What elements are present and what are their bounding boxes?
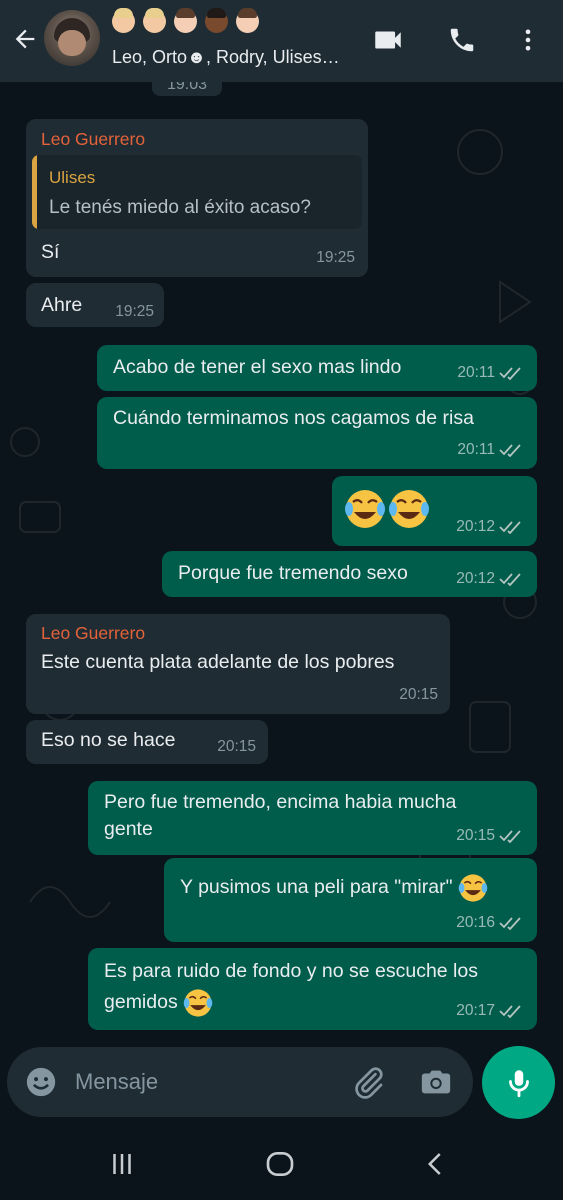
message-outgoing[interactable]: Y pusimos una peli para "mirar" 20:16 xyxy=(164,858,537,942)
message-time: 20:12 xyxy=(456,566,523,592)
voice-call-icon[interactable] xyxy=(444,22,480,58)
quoted-message[interactable]: Ulises Le tenés miedo al éxito acaso? xyxy=(32,155,362,229)
message-text-line1: Pero fue tremendo, encima habia mucha xyxy=(104,791,457,813)
mic-icon xyxy=(508,1069,529,1097)
message-text-line2: gente xyxy=(104,818,153,840)
message-composer xyxy=(7,1047,473,1117)
system-nav-bar xyxy=(0,1124,563,1200)
back-nav-icon[interactable] xyxy=(414,1142,458,1186)
man-emoji-icon xyxy=(143,8,166,33)
message-time: 20:17 xyxy=(456,998,523,1024)
message-incoming[interactable]: Leo Guerrero Este cuenta plata adelante … xyxy=(26,614,450,714)
camera-icon[interactable] xyxy=(418,1064,454,1100)
back-arrow-icon[interactable] xyxy=(8,22,42,56)
group-members-names[interactable]: Leo, Orto☻, Rodry, Ulises… xyxy=(112,47,340,68)
more-vertical-icon[interactable] xyxy=(510,22,546,58)
message-time: 20:15 xyxy=(399,686,438,703)
chat-area[interactable]: 19:03 Leo Guerrero Ulises Le tenés miedo… xyxy=(0,82,563,1042)
laughing-emoji-icon xyxy=(344,488,430,537)
message-text: Este cuenta plata adelante de los pobres xyxy=(41,651,395,673)
man-emoji-icon xyxy=(236,8,259,33)
message-outgoing[interactable]: Cuándo terminamos nos cagamos de risa 20… xyxy=(97,397,537,469)
home-icon[interactable] xyxy=(258,1142,302,1186)
man-emoji-icon xyxy=(205,8,228,33)
message-text: Y pusimos una peli para "mirar" xyxy=(180,873,488,903)
sender-name: Leo Guerrero xyxy=(41,129,146,149)
man-emoji-icon xyxy=(112,8,135,33)
laughing-emoji-icon xyxy=(183,989,213,1017)
message-outgoing[interactable]: Pero fue tremendo, encima habia mucha ge… xyxy=(88,781,537,855)
message-time: 19:25 xyxy=(316,249,355,266)
message-time: 20:11 xyxy=(457,360,523,386)
message-text-line2: gemidos xyxy=(104,988,213,1018)
member-emoji-row xyxy=(112,8,259,33)
read-receipt-icon xyxy=(499,521,521,534)
message-time: 19:25 xyxy=(115,303,154,320)
video-call-icon[interactable] xyxy=(370,22,406,58)
message-time: 20:12 xyxy=(456,514,523,540)
message-incoming[interactable]: Leo Guerrero Ulises Le tenés miedo al éx… xyxy=(26,119,368,277)
message-input[interactable] xyxy=(75,1067,335,1097)
message-outgoing[interactable]: Es para ruido de fondo y no se escuche l… xyxy=(88,948,537,1030)
quote-sender: Ulises xyxy=(49,168,96,187)
message-time: 20:15 xyxy=(217,738,256,755)
read-receipt-icon xyxy=(499,1005,521,1018)
read-receipt-icon xyxy=(499,917,521,930)
message-time: 20:16 xyxy=(456,910,523,936)
message-text-line1: Es para ruido de fondo y no se escuche l… xyxy=(104,960,478,982)
read-receipt-icon xyxy=(499,573,521,586)
message-text: Sí xyxy=(41,241,60,263)
read-receipt-icon xyxy=(499,367,521,380)
recent-apps-icon[interactable] xyxy=(100,1142,144,1186)
attach-icon[interactable] xyxy=(351,1064,387,1100)
quote-accent-bar xyxy=(32,155,37,229)
read-receipt-icon xyxy=(499,830,521,843)
date-time-chip: 19:03 xyxy=(152,82,222,96)
read-receipt-icon xyxy=(499,444,521,457)
chat-header: Leo, Orto☻, Rodry, Ulises… xyxy=(0,0,563,82)
message-text: Cuándo terminamos nos cagamos de risa xyxy=(113,407,474,429)
message-outgoing[interactable]: Porque fue tremendo sexo 20:12 xyxy=(162,551,537,597)
message-text: Porque fue tremendo sexo xyxy=(178,562,408,584)
message-outgoing[interactable]: 20:12 xyxy=(332,476,537,546)
message-time: 20:11 xyxy=(457,437,523,463)
message-incoming[interactable]: Eso no se hace 20:15 xyxy=(26,720,268,764)
message-text: Eso no se hace xyxy=(41,729,176,751)
quote-text: Le tenés miedo al éxito acaso? xyxy=(49,197,311,218)
message-text: Acabo de tener el sexo mas lindo xyxy=(113,356,402,378)
message-incoming[interactable]: Ahre 19:25 xyxy=(26,283,164,327)
group-avatar[interactable] xyxy=(44,10,100,66)
laughing-emoji-icon xyxy=(458,874,488,902)
message-time: 20:15 xyxy=(456,823,523,849)
man-emoji-icon xyxy=(174,8,197,33)
message-outgoing[interactable]: Acabo de tener el sexo mas lindo 20:11 xyxy=(97,345,537,391)
message-text: Ahre xyxy=(41,294,83,316)
mic-button[interactable] xyxy=(482,1046,555,1119)
emoji-icon[interactable] xyxy=(23,1064,59,1100)
sender-name: Leo Guerrero xyxy=(41,623,146,643)
